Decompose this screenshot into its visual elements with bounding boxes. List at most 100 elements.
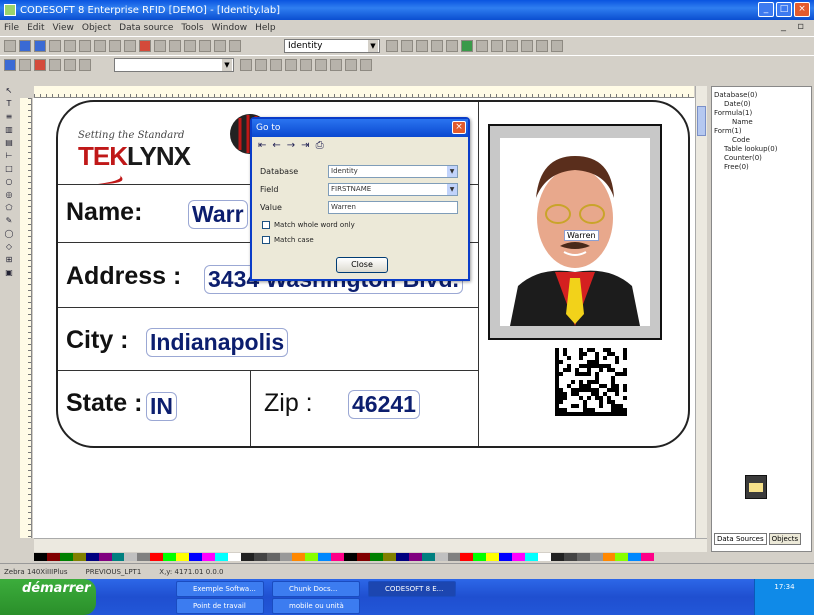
last-record-icon[interactable]: [431, 39, 443, 52]
find-record-icon[interactable]: [446, 39, 458, 52]
zoom-in-icon[interactable]: [64, 58, 76, 71]
pan-icon[interactable]: [19, 58, 31, 71]
city-value[interactable]: Indianapolis: [146, 328, 289, 357]
palette-swatch[interactable]: [279, 553, 293, 561]
teklynx-logo[interactable]: Setting the Standard TEKLYNX: [78, 130, 191, 189]
color-icon[interactable]: [34, 58, 46, 71]
palette-swatch[interactable]: [641, 553, 655, 561]
task-exemple-software[interactable]: Exemple Softwa...: [176, 581, 264, 597]
align-icon[interactable]: [154, 39, 166, 52]
zoom-out-icon[interactable]: [79, 58, 91, 71]
palette-swatch[interactable]: [227, 553, 241, 561]
ellipse-tool-icon[interactable]: ◯: [4, 229, 14, 238]
paragraph-tool-icon[interactable]: ≡: [4, 112, 14, 121]
zip-value[interactable]: 46241: [348, 390, 420, 419]
align-center-icon[interactable]: [300, 58, 312, 71]
close-dialog-button[interactable]: Close: [336, 257, 388, 273]
link-icon[interactable]: [536, 39, 548, 52]
palette-swatch[interactable]: [124, 553, 138, 561]
task-mobile[interactable]: mobile ou unità: [272, 598, 360, 614]
justify-icon[interactable]: [330, 58, 342, 71]
barcode-tool-icon[interactable]: ▥: [4, 125, 14, 134]
palette-swatch[interactable]: [305, 553, 319, 561]
palette-swatch[interactable]: [176, 553, 190, 561]
pointer-icon[interactable]: ↖: [4, 86, 14, 95]
save-icon[interactable]: [34, 39, 46, 52]
palette-swatch[interactable]: [46, 553, 60, 561]
border-icon[interactable]: [360, 58, 372, 71]
palette-swatch[interactable]: [150, 553, 164, 561]
task-chunk-docs[interactable]: Chunk Docs...: [272, 581, 360, 597]
palette-swatch[interactable]: [163, 553, 177, 561]
circle-tool-icon[interactable]: ○: [4, 177, 14, 186]
palette-swatch[interactable]: [550, 553, 564, 561]
menu-file[interactable]: File: [4, 23, 19, 33]
palette-swatch[interactable]: [421, 553, 435, 561]
last-icon[interactable]: ⇥: [301, 140, 309, 151]
palette-swatch[interactable]: [98, 553, 112, 561]
next-record-icon[interactable]: [416, 39, 428, 52]
database-combo[interactable]: Identity: [284, 38, 380, 53]
align-right-icon[interactable]: [315, 58, 327, 71]
palette-swatch[interactable]: [253, 553, 267, 561]
zoom-icon[interactable]: [139, 39, 151, 52]
tree-item-name[interactable]: Name: [714, 118, 777, 127]
tree-item-table-lookup[interactable]: Table lookup(0): [714, 145, 777, 154]
paste-icon[interactable]: [94, 39, 106, 52]
color-palette[interactable]: [34, 553, 655, 561]
rectangle-tool-icon[interactable]: □: [4, 164, 14, 173]
underline-icon[interactable]: [270, 58, 282, 71]
tree-item-date[interactable]: Date(0): [714, 100, 777, 109]
value-input[interactable]: Warren: [328, 201, 458, 214]
sort-icon[interactable]: [491, 39, 503, 52]
layout-icon[interactable]: [184, 39, 196, 52]
print-icon[interactable]: [49, 39, 61, 52]
palette-swatch[interactable]: [111, 553, 125, 561]
table-tool-icon[interactable]: ⊞: [4, 255, 14, 264]
palette-swatch[interactable]: [331, 553, 345, 561]
line-tool-icon[interactable]: ⊢: [4, 151, 14, 160]
palette-swatch[interactable]: [628, 553, 642, 561]
cut-icon[interactable]: [64, 39, 76, 52]
canvas-vertical-scrollbar[interactable]: [695, 86, 707, 538]
tab-data-sources[interactable]: Data Sources: [714, 533, 767, 545]
palette-swatch[interactable]: [589, 553, 603, 561]
filter-icon[interactable]: [476, 39, 488, 52]
prev-record-icon[interactable]: [401, 39, 413, 52]
palette-swatch[interactable]: [318, 553, 332, 561]
database-select[interactable]: Identity: [328, 165, 458, 178]
mdi-controls[interactable]: _ ▫: [781, 21, 808, 32]
minimize-button[interactable]: _: [758, 2, 774, 17]
state-value[interactable]: IN: [146, 392, 177, 421]
shape-tool-icon[interactable]: ◇: [4, 242, 14, 251]
order-icon[interactable]: [199, 39, 211, 52]
maximize-button[interactable]: □: [776, 2, 792, 17]
palette-swatch[interactable]: [486, 553, 500, 561]
undo-icon[interactable]: [109, 39, 121, 52]
rotate-icon[interactable]: [214, 39, 226, 52]
palette-swatch[interactable]: [395, 553, 409, 561]
palette-swatch[interactable]: [369, 553, 383, 561]
image-tool-icon[interactable]: ◎: [4, 190, 14, 199]
menu-help[interactable]: Help: [255, 23, 276, 33]
new-icon[interactable]: [4, 39, 16, 52]
menu-window[interactable]: Window: [212, 23, 248, 33]
datamatrix-barcode[interactable]: [555, 348, 627, 416]
palette-swatch[interactable]: [357, 553, 370, 561]
palette-swatch[interactable]: [447, 553, 461, 561]
palette-swatch[interactable]: [512, 553, 526, 561]
palette-swatch[interactable]: [344, 553, 358, 561]
menu-data-source[interactable]: Data source: [119, 23, 173, 33]
match-case-checkbox[interactable]: Match case: [262, 236, 314, 244]
tree-item-form[interactable]: Form(1): [714, 127, 777, 136]
tree-item-database[interactable]: Database(0): [714, 91, 777, 100]
open-icon[interactable]: [19, 39, 31, 52]
forward-icon[interactable]: →: [287, 140, 295, 151]
palette-swatch[interactable]: [563, 553, 577, 561]
dialog-close-icon[interactable]: ×: [452, 121, 466, 134]
match-whole-word-checkbox[interactable]: Match whole word only: [262, 221, 355, 229]
printer-icon[interactable]: ⎙: [316, 140, 324, 151]
palette-swatch[interactable]: [602, 553, 616, 561]
palette-swatch[interactable]: [137, 553, 151, 561]
palette-swatch[interactable]: [240, 553, 254, 561]
